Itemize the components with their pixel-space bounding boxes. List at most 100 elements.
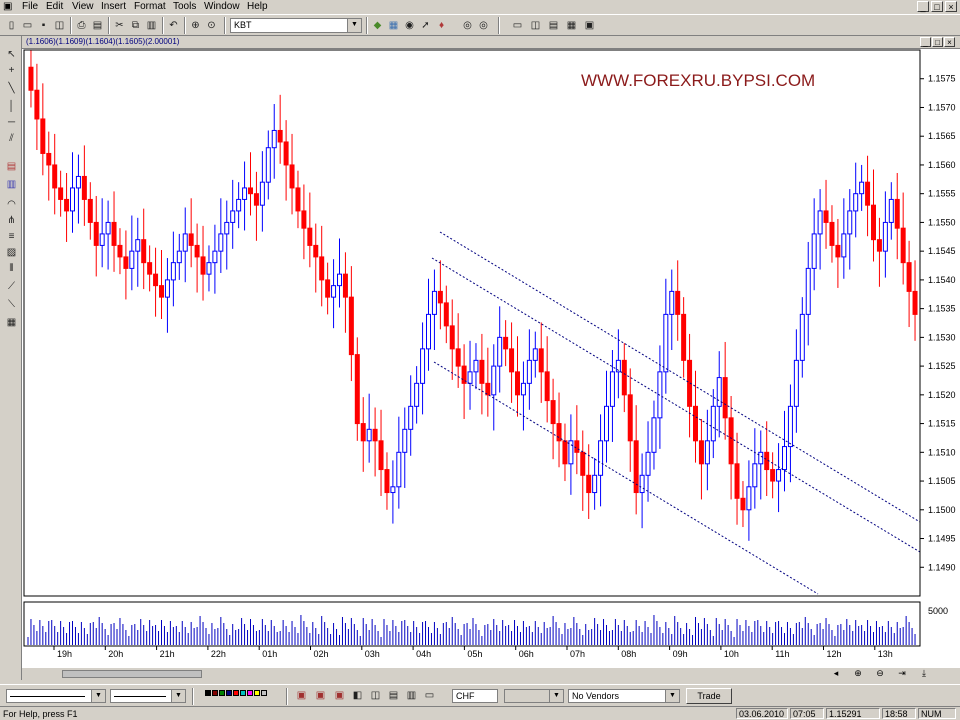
copy-icon[interactable]: ⧉ — [128, 18, 143, 33]
candle-body — [153, 273, 159, 287]
paste-icon[interactable]: ▥ — [144, 18, 159, 33]
chart-close-button[interactable]: × — [944, 37, 955, 47]
vendor-combo[interactable]: No Vendors ▼ — [568, 689, 680, 703]
chart-scrollbar[interactable]: ◂ ⊕ ⊖ ⇥ ⤓ — [22, 668, 960, 680]
vertical-line-icon[interactable]: │ — [4, 100, 19, 114]
arc-icon[interactable]: ◠ — [4, 198, 19, 212]
position-icon[interactable]: ◧ — [350, 688, 365, 703]
zoom-in-icon[interactable]: ⊕ — [852, 668, 864, 680]
menu-edit[interactable]: Edit — [46, 1, 63, 12]
buy-icon[interactable]: ▣ — [294, 688, 309, 703]
color-swatch-magenta[interactable] — [247, 690, 253, 696]
crosshair-icon[interactable]: ⊕ — [188, 18, 203, 33]
close-button[interactable]: × — [945, 1, 957, 12]
chevron-down-icon[interactable]: ▼ — [171, 690, 185, 702]
menu-format[interactable]: Format — [134, 1, 166, 12]
tile-icon[interactable]: ◫ — [528, 18, 543, 33]
trade-icon[interactable]: ♦ — [434, 18, 449, 33]
menu-view[interactable]: View — [72, 1, 94, 12]
print-preview-icon[interactable]: ◫ — [52, 18, 67, 33]
window-icon[interactable]: ▣ — [582, 18, 597, 33]
color-swatch-maroon[interactable] — [212, 690, 218, 696]
split-icon[interactable]: ▥ — [404, 688, 419, 703]
book-icon[interactable]: ◆ — [370, 18, 385, 33]
candle-body — [681, 313, 687, 361]
panel-icon[interactable]: ▭ — [422, 688, 437, 703]
horizontal-line-icon[interactable]: ─ — [4, 116, 19, 130]
save-icon[interactable]: ▪ — [36, 18, 51, 33]
line-width-preview — [114, 696, 166, 698]
text-tool-icon[interactable]: ≡ — [4, 230, 19, 244]
account-combo[interactable]: ▼ — [504, 689, 564, 703]
menu-file[interactable]: File — [22, 1, 38, 12]
open-icon[interactable]: ▭ — [20, 18, 35, 33]
channel-icon[interactable]: ⫽ — [4, 132, 19, 146]
fibonacci-icon[interactable]: ▤ — [4, 160, 19, 174]
sell-icon[interactable]: ▣ — [313, 688, 328, 703]
line-width-combo[interactable]: ▼ — [110, 689, 186, 703]
chevron-down-icon[interactable]: ▼ — [549, 690, 563, 702]
app-icon[interactable]: ▣ — [3, 1, 12, 12]
line-style-combo[interactable]: ▼ — [6, 689, 106, 703]
chart-canvas[interactable]: 5000 1.1575 1.1570 1.1565 1.1560 1.1555 1.155… — [22, 36, 960, 668]
color-swatch-navy[interactable] — [226, 690, 232, 696]
x-tick-label: 21h — [160, 649, 175, 659]
chart-restore-button[interactable]: □ — [932, 37, 943, 47]
menu-tools[interactable]: Tools — [173, 1, 196, 12]
pitchfork-icon[interactable]: ⋔ — [4, 214, 19, 228]
alert-icon[interactable]: ◉ — [402, 18, 417, 33]
menu-help[interactable]: Help — [247, 1, 268, 12]
restore-button[interactable]: □ — [931, 1, 943, 12]
print-icon[interactable]: ⎙ — [74, 18, 89, 33]
new-icon[interactable]: ▯ — [4, 18, 19, 33]
andrews-icon[interactable]: ⟍ — [4, 298, 19, 312]
color-swatch-gray[interactable] — [261, 690, 267, 696]
cut-icon[interactable]: ✂ — [112, 18, 127, 33]
y-tick-label: 1.1520 — [928, 390, 956, 400]
zoom-out-icon[interactable]: ⊖ — [874, 668, 886, 680]
cursor-icon[interactable]: ➚ — [418, 18, 433, 33]
chevron-down-icon[interactable]: ▼ — [347, 19, 361, 32]
scroll-end-icon[interactable]: ⇥ — [896, 668, 908, 680]
chart-icon[interactable]: ▦ — [386, 18, 401, 33]
binoculars-icon[interactable]: ◎ — [460, 18, 475, 33]
autoscroll-icon[interactable]: ⤓ — [918, 668, 930, 680]
print-icon-2[interactable]: ▤ — [90, 18, 105, 33]
cascade-icon[interactable]: ▤ — [546, 18, 561, 33]
color-swatch-yellow[interactable] — [254, 690, 260, 696]
currency-combo[interactable]: CHF — [452, 689, 498, 703]
currency-value: CHF — [456, 691, 475, 701]
y-tick-label: 1.1510 — [928, 447, 956, 457]
grid-tool-icon[interactable]: ▦ — [4, 316, 19, 330]
speed-lines-icon[interactable]: ⟋ — [4, 280, 19, 294]
menu-window[interactable]: Window — [204, 1, 240, 12]
undo-icon[interactable]: ↶ — [166, 18, 181, 33]
chevron-down-icon[interactable]: ▼ — [91, 690, 105, 702]
history-icon[interactable]: ◫ — [368, 688, 383, 703]
color-swatch-green[interactable] — [219, 690, 225, 696]
color-swatch-black[interactable] — [205, 690, 211, 696]
layout-icon[interactable]: ▭ — [510, 18, 525, 33]
window-list-icon[interactable]: ▤ — [386, 688, 401, 703]
trade-button[interactable]: Trade — [686, 688, 732, 704]
fib-fan-icon[interactable]: ▥ — [4, 178, 19, 192]
chevron-down-icon[interactable]: ▼ — [665, 690, 679, 702]
scroll-thumb[interactable] — [62, 670, 202, 678]
cycle-lines-icon[interactable]: ⦀ — [4, 262, 19, 276]
crosshair-tool-icon[interactable]: + — [4, 64, 19, 78]
trendline-icon[interactable]: ╲ — [4, 82, 19, 96]
pointer-icon[interactable]: ↖ — [4, 48, 19, 62]
color-swatch-red[interactable] — [233, 690, 239, 696]
grid-icon[interactable]: ▦ — [564, 18, 579, 33]
binoculars-icon-2[interactable]: ◎ — [476, 18, 491, 33]
order-icon[interactable]: ▣ — [332, 688, 347, 703]
menu-insert[interactable]: Insert — [101, 1, 126, 12]
chart-minimize-button[interactable]: _ — [920, 37, 931, 47]
minimize-button[interactable]: _ — [917, 1, 929, 12]
candle-body — [58, 187, 64, 200]
arrow-left-icon[interactable]: ◂ — [830, 668, 842, 680]
symbol-combo[interactable]: KBT ▼ — [230, 18, 362, 33]
color-swatch-teal[interactable] — [240, 690, 246, 696]
gann-icon[interactable]: ▨ — [4, 246, 19, 260]
zoom-icon[interactable]: ⊙ — [204, 18, 219, 33]
